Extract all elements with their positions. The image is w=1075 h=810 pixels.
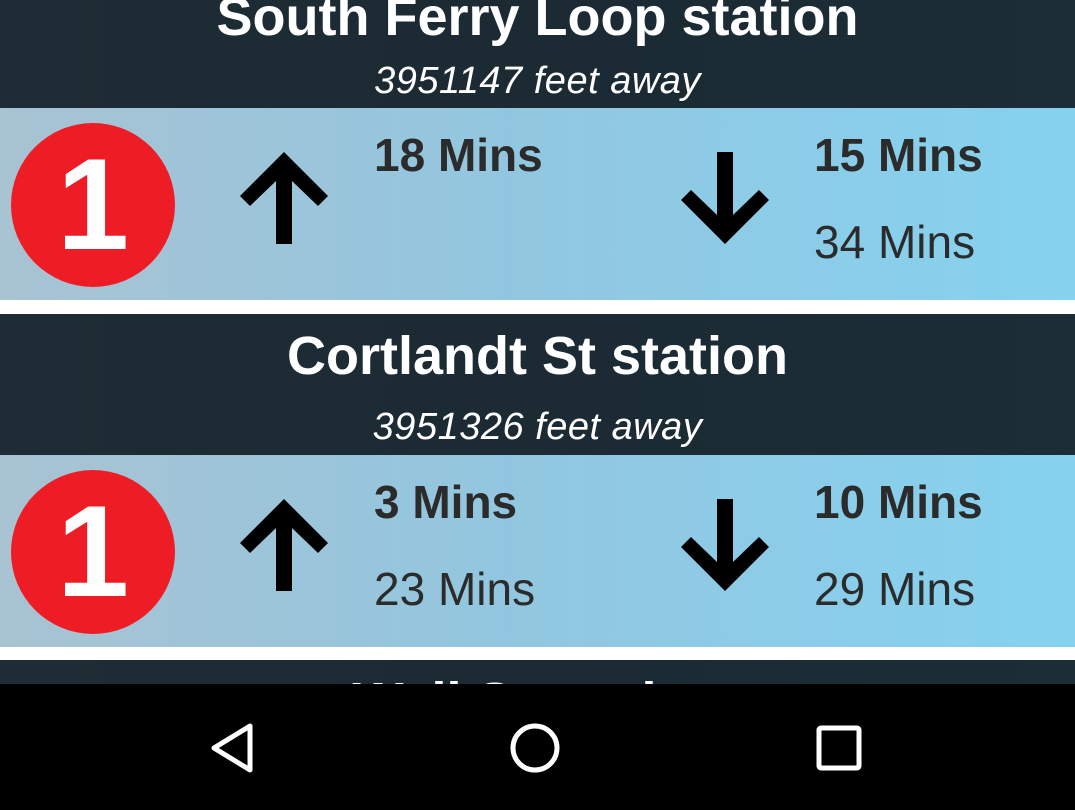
svg-text:1: 1 <box>57 131 129 277</box>
uptown-time-primary: 18 Mins <box>374 129 543 181</box>
svg-text:1: 1 <box>57 478 129 624</box>
station-header: Cortlandt St station 3951326 feet away <box>0 314 1075 455</box>
station-distance: 3951326 feet away <box>372 406 703 448</box>
arrow-up-icon <box>240 499 328 591</box>
recents-square-icon[interactable] <box>809 718 869 778</box>
uptown-time-primary: 3 Mins <box>374 476 518 528</box>
app-screen: South Ferry Loop station 3951147 feet aw… <box>0 0 1075 810</box>
station-header: South Ferry Loop station 3951147 feet aw… <box>0 0 1075 108</box>
downtown-time-secondary: 34 Mins <box>814 216 976 268</box>
arrow-up-icon <box>240 152 328 244</box>
downtown-time-primary: 10 Mins <box>814 476 983 528</box>
downtown-time-primary: 15 Mins <box>814 129 983 181</box>
arrival-row[interactable]: 1 3 Mins 23 Mins 10 Mins 29 Mins <box>0 455 1075 647</box>
arrow-down-icon <box>681 499 769 591</box>
station-name: South Ferry Loop station <box>216 0 859 47</box>
station-distance: 3951147 feet away <box>374 60 701 102</box>
arrow-down-icon <box>681 152 769 244</box>
back-triangle-icon[interactable] <box>202 718 262 778</box>
navigation-bar <box>0 684 1075 810</box>
downtown-time-secondary: 29 Mins <box>814 563 976 615</box>
home-circle-icon[interactable] <box>505 718 565 778</box>
station-name: Wall St station <box>0 672 1075 684</box>
station-name: Cortlandt St station <box>287 326 788 386</box>
route-1-bullet-icon: 1 <box>11 123 175 287</box>
route-1-bullet-icon: 1 <box>11 470 175 634</box>
station-header: Wall St station <box>0 660 1075 684</box>
uptown-time-secondary: 23 Mins <box>374 563 536 615</box>
arrival-row[interactable]: 1 18 Mins 15 Mins 34 Mins <box>0 108 1075 300</box>
